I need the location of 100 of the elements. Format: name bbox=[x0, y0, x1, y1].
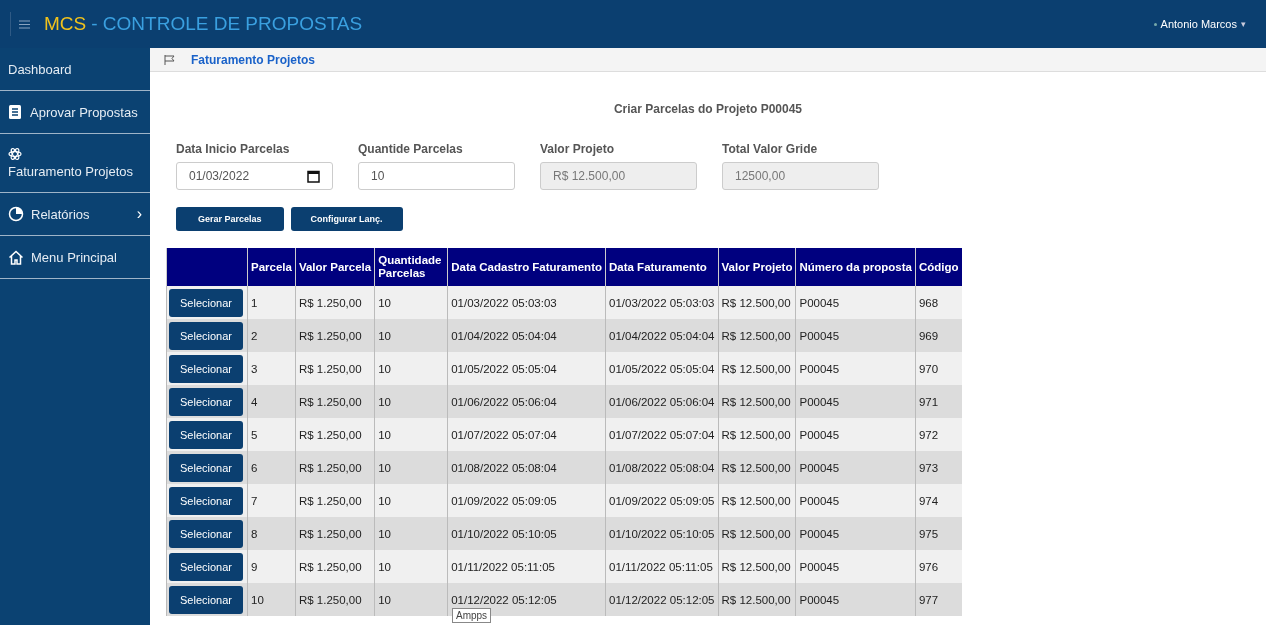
table-cell: 10 bbox=[374, 352, 448, 385]
table-cell: 5 bbox=[247, 418, 296, 451]
atom-icon bbox=[8, 147, 22, 161]
table-cell: R$ 12.500,00 bbox=[718, 319, 796, 352]
chevron-icon: › bbox=[136, 205, 142, 223]
select-button[interactable]: Selecionar bbox=[169, 486, 243, 515]
tooltip: Ampps bbox=[452, 608, 492, 623]
action-button[interactable]: Gerar Parcelas bbox=[176, 207, 284, 231]
sidebar-item[interactable]: Menu Principal bbox=[0, 236, 150, 279]
select-button[interactable]: Selecionar bbox=[169, 453, 243, 482]
table-cell: R$ 1.250,00 bbox=[295, 550, 375, 583]
table-cell: 01/11/2022 05:11:05 bbox=[447, 550, 606, 583]
table-cell: 01/03/2022 05:03:03 bbox=[605, 286, 719, 319]
field-label: Total Valor Gride bbox=[722, 142, 819, 156]
table-cell: R$ 1.250,00 bbox=[295, 286, 375, 319]
table-cell: 974 bbox=[915, 484, 962, 517]
select-button[interactable]: Selecionar bbox=[169, 354, 243, 383]
select-button[interactable]: Selecionar bbox=[169, 387, 243, 416]
table-cell: R$ 12.500,00 bbox=[718, 550, 796, 583]
table-cell: 971 bbox=[915, 385, 962, 418]
table-cell: 01/04/2022 05:04:04 bbox=[447, 319, 606, 352]
table-cell: R$ 12.500,00 bbox=[718, 517, 796, 550]
table-cell: R$ 1.250,00 bbox=[295, 319, 375, 352]
sidebar-item[interactable]: Aprovar Propostas bbox=[0, 91, 150, 134]
table-cell: 01/11/2022 05:11:05 bbox=[605, 550, 719, 583]
select-button[interactable]: Selecionar bbox=[169, 585, 243, 614]
table-cell: 10 bbox=[374, 451, 448, 484]
column-header: Parcela bbox=[247, 248, 296, 286]
select-button[interactable]: Selecionar bbox=[169, 552, 243, 581]
table-cell: 1 bbox=[247, 286, 296, 319]
table-cell: 10 bbox=[374, 418, 448, 451]
table-cell: 10 bbox=[374, 484, 448, 517]
table-cell: R$ 1.250,00 bbox=[295, 451, 375, 484]
table-cell: 975 bbox=[915, 517, 962, 550]
calendar-icon[interactable] bbox=[307, 169, 320, 183]
user-menu[interactable]: Antonio Marcos ▾ bbox=[1153, 18, 1246, 30]
table-cell: P00045 bbox=[795, 418, 916, 451]
table-cell: R$ 1.250,00 bbox=[295, 484, 375, 517]
table-cell: R$ 12.500,00 bbox=[718, 418, 796, 451]
table-cell: 6 bbox=[247, 451, 296, 484]
select-button[interactable]: Selecionar bbox=[169, 519, 243, 548]
table-cell: 01/12/2022 05:12:05 bbox=[605, 583, 719, 616]
table-cell: R$ 1.250,00 bbox=[295, 517, 375, 550]
app-brand: MCS bbox=[44, 13, 87, 35]
home-icon bbox=[8, 249, 24, 265]
table-cell: 01/04/2022 05:04:04 bbox=[605, 319, 719, 352]
table-cell: P00045 bbox=[795, 319, 916, 352]
table-cell: R$ 12.500,00 bbox=[718, 286, 796, 319]
table-cell: 7 bbox=[247, 484, 296, 517]
table-cell: P00045 bbox=[795, 583, 916, 616]
select-button[interactable]: Selecionar bbox=[169, 420, 243, 449]
table-cell: R$ 1.250,00 bbox=[295, 583, 375, 616]
table-cell: 972 bbox=[915, 418, 962, 451]
table-cell: 977 bbox=[915, 583, 962, 616]
field-label: Quantide Parcelas bbox=[358, 142, 464, 156]
table-cell: 10 bbox=[374, 517, 448, 550]
date-field[interactable]: 01/03/2022 bbox=[176, 162, 333, 190]
select-button[interactable]: Selecionar bbox=[169, 288, 243, 317]
table-cell: R$ 1.250,00 bbox=[295, 418, 375, 451]
sidebar-item[interactable]: Relatórios › bbox=[0, 193, 150, 236]
select-button[interactable]: Selecionar bbox=[169, 321, 243, 350]
app-title: - CONTROLE DE PROPOSTAS bbox=[91, 13, 363, 35]
table-cell: 9 bbox=[247, 550, 296, 583]
table-cell: 01/05/2022 05:05:04 bbox=[447, 352, 606, 385]
table-cell: 01/08/2022 05:08:04 bbox=[605, 451, 719, 484]
table-cell: P00045 bbox=[795, 385, 916, 418]
table-cell: 01/07/2022 05:07:04 bbox=[447, 418, 606, 451]
table-cell: 10 bbox=[374, 319, 448, 352]
table-cell: 10 bbox=[374, 583, 448, 616]
table-cell: 3 bbox=[247, 352, 296, 385]
table-cell: 969 bbox=[915, 319, 962, 352]
table-cell: R$ 12.500,00 bbox=[718, 451, 796, 484]
column-header: Número da proposta bbox=[795, 248, 916, 286]
page-title: Criar Parcelas do Projeto P00045 bbox=[612, 102, 804, 116]
table-cell: 968 bbox=[915, 286, 962, 319]
column-header: Valor Projeto bbox=[718, 248, 796, 286]
sidebar-item[interactable]: Faturamento Projetos bbox=[0, 134, 150, 193]
menu-icon[interactable] bbox=[19, 19, 30, 29]
table-cell: 01/06/2022 05:06:04 bbox=[447, 385, 606, 418]
column-header: Quantidade Parcelas bbox=[374, 248, 448, 286]
table-cell: 2 bbox=[247, 319, 296, 352]
table-cell: 01/09/2022 05:09:05 bbox=[447, 484, 606, 517]
table-cell: R$ 1.250,00 bbox=[295, 352, 375, 385]
table-cell: P00045 bbox=[795, 550, 916, 583]
table-cell: P00045 bbox=[795, 286, 916, 319]
breadcrumb-link[interactable]: Faturamento Projetos bbox=[191, 52, 316, 67]
caret-icon: ▾ bbox=[1241, 19, 1246, 29]
input-field[interactable]: 10 bbox=[358, 162, 515, 190]
table-cell: 4 bbox=[247, 385, 296, 418]
table-cell: P00045 bbox=[795, 451, 916, 484]
table-cell: 10 bbox=[374, 286, 448, 319]
table-cell: P00045 bbox=[795, 352, 916, 385]
table-cell: 01/03/2022 05:03:03 bbox=[447, 286, 606, 319]
table-cell: P00045 bbox=[795, 517, 916, 550]
table-cell: R$ 1.250,00 bbox=[295, 385, 375, 418]
table-cell: R$ 12.500,00 bbox=[718, 484, 796, 517]
action-button[interactable]: Configurar Lanç. bbox=[290, 207, 403, 231]
column-header: Código bbox=[915, 248, 962, 286]
pie-chart-icon bbox=[8, 206, 24, 222]
table-cell: R$ 12.500,00 bbox=[718, 385, 796, 418]
